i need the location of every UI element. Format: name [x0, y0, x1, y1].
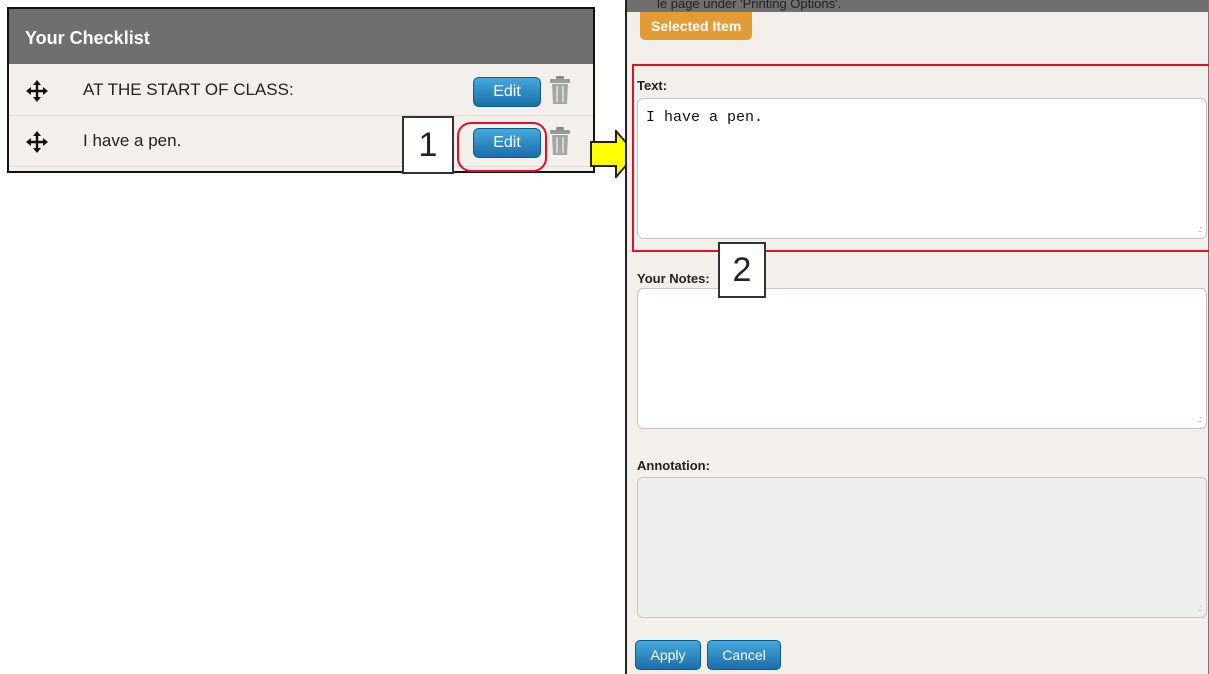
trash-icon[interactable]	[549, 75, 571, 105]
text-field-highlight	[632, 64, 1209, 252]
checklist-item-label: I have a pen.	[83, 131, 182, 150]
edit-button[interactable]: Edit	[473, 77, 541, 107]
trash-icon[interactable]	[549, 126, 571, 156]
notes-label: Your Notes:	[637, 271, 710, 286]
annotation-field: .:	[637, 477, 1207, 618]
edit-highlight-oval	[457, 122, 547, 172]
cancel-button[interactable]: Cancel	[707, 640, 781, 670]
checklist-item-label: AT THE START OF CLASS:	[83, 80, 294, 99]
step-2-callout: 2	[718, 242, 766, 298]
resize-grip-icon[interactable]: .:	[1198, 414, 1202, 424]
step-1-callout: 1	[402, 116, 454, 174]
selected-item-tab[interactable]: Selected Item	[640, 12, 753, 40]
move-icon[interactable]	[25, 79, 49, 103]
checklist-title: Your Checklist	[9, 9, 593, 65]
notes-field[interactable]: .:	[637, 288, 1207, 429]
apply-button[interactable]: Apply	[635, 640, 701, 670]
resize-grip-icon: .:	[1197, 603, 1202, 613]
move-icon[interactable]	[25, 130, 49, 154]
printing-options-hint: le page under 'Printing Options'.	[657, 0, 842, 11]
annotation-label: Annotation:	[637, 458, 710, 473]
checklist-row: AT THE START OF CLASS: Edit	[9, 65, 593, 116]
panel-top-bar: le page under 'Printing Options'.	[627, 0, 1208, 12]
